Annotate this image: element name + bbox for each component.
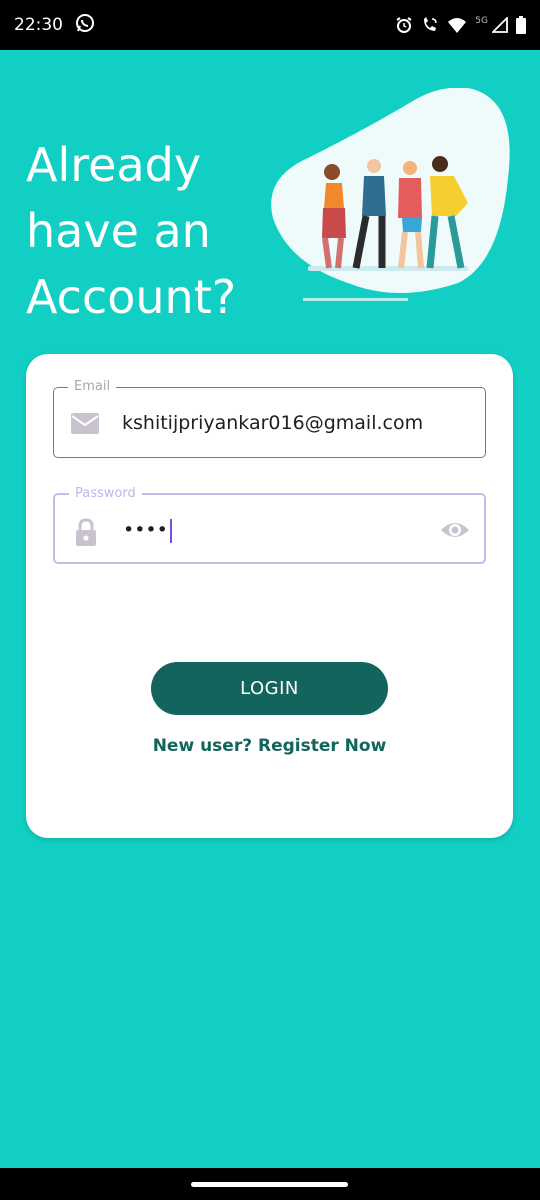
text-caret [169,518,172,543]
eye-icon[interactable] [440,517,470,543]
wifi-call-icon [421,16,439,34]
home-gesture-handle[interactable] [191,1182,348,1187]
page-title-line: Already [26,138,202,192]
status-left: 22:30 [14,13,95,38]
password-value: •••• [123,517,172,543]
password-field[interactable]: Password •••• [53,485,486,564]
alarm-icon [395,16,413,34]
network-type-label: 5G [475,16,488,26]
status-time: 22:30 [14,15,63,35]
page-title-line: have an [26,204,211,258]
login-button[interactable]: LOGIN [151,662,388,715]
navigation-bar [0,1168,540,1200]
email-field[interactable]: Email kshitijpriyankar016@gmail.com [53,378,486,458]
status-right: 5G [395,16,526,34]
status-bar: 22:30 5G [0,0,540,50]
email-value: kshitijpriyankar016@gmail.com [122,412,424,434]
page-title-line: Account? [26,270,237,324]
battery-icon [516,16,526,34]
login-card: Email kshitijpriyankar016@gmail.com Pass… [26,354,513,838]
register-link[interactable]: New user? Register Now [26,736,513,756]
page-title: Already have an Account? [26,132,286,330]
mail-icon [70,410,100,438]
email-label: Email [68,378,117,396]
whatsapp-icon [75,13,95,38]
lock-icon [71,517,101,546]
wifi-icon [447,16,467,34]
friends-group-illustration [268,87,518,318]
password-mask: •••• [123,519,168,541]
signal-icon [492,17,508,33]
password-label: Password [69,485,142,503]
